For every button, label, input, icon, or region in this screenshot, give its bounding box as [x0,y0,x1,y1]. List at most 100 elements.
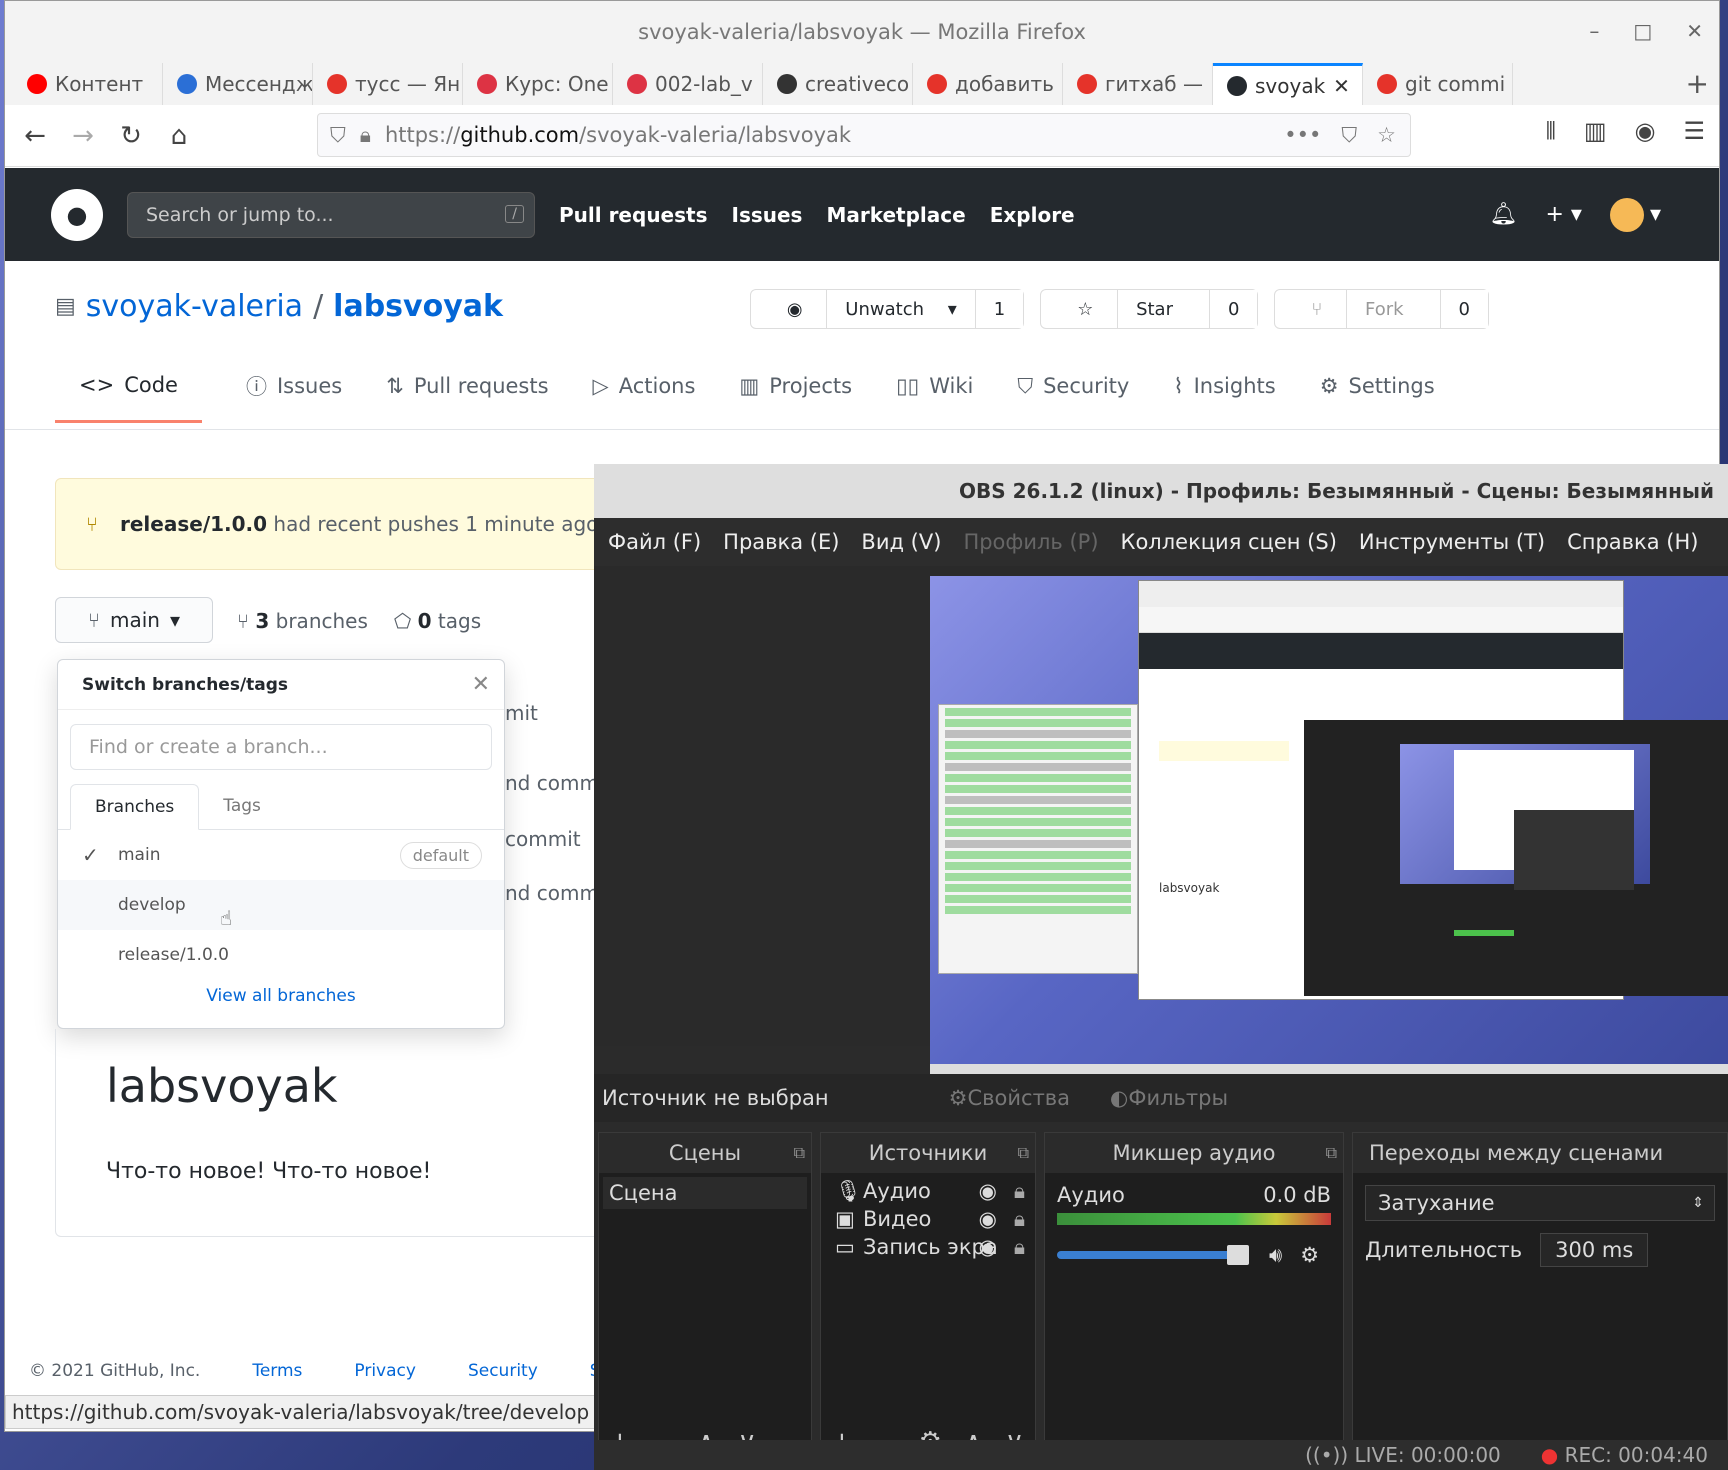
branches-link[interactable]: ⑂ 3 branches [237,609,368,633]
tab-insights[interactable]: ⌇ Insights [1173,371,1275,423]
star-count[interactable]: 0 [1209,290,1258,328]
branch-select-button[interactable]: ⑂ main ▾ [55,597,213,643]
menu-edit[interactable]: Правка (E) [723,530,839,554]
watch-count[interactable]: 1 [974,290,1024,328]
tab-security[interactable]: ⛉ Security [1017,371,1129,423]
footer-terms-link[interactable]: Terms [252,1361,302,1381]
search-input[interactable]: Search or jump to... / [127,191,535,238]
close-icon[interactable]: ✕ [1686,19,1703,43]
lock-icon[interactable]: 🔒︎ [360,123,371,148]
filters-button[interactable]: ◐Фильтры [1110,1086,1228,1110]
lock-icon[interactable]: 🔒︎ [1014,1235,1025,1260]
close-tab-icon[interactable]: ✕ [1333,74,1350,98]
menu-scene-collection[interactable]: Коллекция сцен (S) [1121,530,1337,554]
browser-tab[interactable]: creativeco [763,63,913,105]
view-all-branches-link[interactable]: View all branches [58,980,504,1006]
dock-float-icon[interactable]: ⧉ [794,1143,805,1163]
close-icon[interactable]: ✕ [472,672,490,697]
github-logo-icon[interactable]: ● [51,188,103,241]
maximize-icon[interactable]: □ [1633,19,1652,43]
repo-owner-link[interactable]: svoyak-valeria [86,289,303,324]
tab-actions[interactable]: ▷ Actions [593,371,696,423]
pocket-icon[interactable]: ⛉ [1341,123,1357,148]
branch-item-main[interactable]: ✓ main default [58,830,504,880]
browser-tab[interactable]: Контент [13,63,163,105]
dock-float-icon[interactable]: ⧉ [1326,1143,1337,1163]
speaker-icon[interactable]: 🔊︎ [1269,1243,1282,1268]
scene-item[interactable]: Сцена [603,1177,807,1209]
transition-select[interactable]: Затухание ⇕ [1365,1185,1715,1221]
bell-icon[interactable]: 🔔︎ [1490,202,1518,227]
nav-issues[interactable]: Issues [732,203,803,227]
nav-pull-requests[interactable]: Pull requests [559,203,708,227]
tags-link[interactable]: ⬠ 0 tags [394,609,481,633]
source-item-audio[interactable]: 🎙︎ Аудио ◉ 🔒︎ [825,1177,1031,1205]
footer-privacy-link[interactable]: Privacy [354,1361,416,1381]
branch-filter-input[interactable]: Find or create a branch... [70,724,492,770]
obs-preview[interactable]: labsvoyak [594,566,1728,1078]
browser-tab[interactable]: svoyak ✕ [1213,63,1363,105]
sidebar-icon[interactable]: ▥ [1584,117,1607,145]
tab-projects[interactable]: ▥ Projects [739,371,852,423]
footer-security-link[interactable]: Security [468,1361,538,1381]
tab-pull-requests[interactable]: ⇅ Pull requests [386,371,548,423]
source-item-screen[interactable]: ▭ Запись экра ◉ 🔒︎ [825,1233,1031,1261]
page-actions-icon[interactable]: ••• [1284,123,1321,148]
home-icon[interactable]: ⌂ [155,121,203,151]
nav-marketplace[interactable]: Marketplace [826,203,965,227]
fork-count[interactable]: 0 [1439,290,1488,328]
browser-tab[interactable]: 002-lab_v [613,63,763,105]
menu-help[interactable]: Справка (H) [1567,530,1698,554]
gear-icon[interactable]: ⚙ [1300,1243,1319,1267]
minimize-icon[interactable]: – [1589,19,1599,43]
eye-icon[interactable]: ◉ [979,1207,997,1231]
library-icon[interactable]: ⫴ [1546,117,1556,145]
browser-tab[interactable]: добавить [913,63,1063,105]
tab-branches[interactable]: Branches [70,784,200,830]
duration-input[interactable]: 300 ms [1540,1233,1649,1267]
reload-icon[interactable]: ↻ [107,121,155,151]
menu-icon[interactable]: ☰ [1683,117,1705,145]
menu-view[interactable]: Вид (V) [861,530,941,554]
menu-file[interactable]: Файл (F) [608,530,701,554]
new-tab-icon[interactable]: + [1686,67,1709,100]
tab-settings[interactable]: ⚙ Settings [1320,371,1435,423]
url-bar[interactable]: ⛉ 🔒︎ https://github.com/svoyak-valeria/l… [317,113,1411,157]
back-icon[interactable]: ← [11,121,59,151]
forward-icon[interactable]: → [59,121,107,151]
tab-tags[interactable]: Tags [199,784,285,829]
browser-tab[interactable]: гитхаб — [1063,63,1213,105]
menu-profile[interactable]: Профиль (P) [963,530,1098,554]
dock-float-icon[interactable]: ⧉ [1018,1143,1029,1163]
nav-explore[interactable]: Explore [990,203,1075,227]
star-button[interactable]: ☆ Star 0 [1040,289,1259,329]
bookmark-star-icon[interactable]: ☆ [1377,123,1396,148]
branch-item-develop[interactable]: develop ☝ [58,880,504,930]
tab-wiki[interactable]: ▯▯ Wiki [896,371,973,423]
volume-slider[interactable] [1057,1245,1249,1265]
tab-label: гитхаб — [1105,72,1203,96]
tabs-divider [5,429,1719,430]
tab-issues[interactable]: ⓘ Issues [246,371,342,423]
browser-tab[interactable]: git commi [1363,63,1513,105]
unwatch-button[interactable]: ◉ Unwatch ▾ 1 [749,289,1025,329]
lock-icon[interactable]: 🔒︎ [1014,1179,1025,1204]
browser-tab[interactable]: Курс: One [463,63,613,105]
eye-icon[interactable]: ◉ [979,1235,997,1259]
repo-name-link[interactable]: labsvoyak [333,289,503,324]
fork-button[interactable]: ⑂ Fork 0 [1274,289,1489,329]
create-new-icon[interactable]: + ▾ [1545,202,1581,227]
branch-item-release[interactable]: release/1.0.0 [58,930,504,980]
obs-status-bar: ((•)) LIVE: 00:00:00 ● REC: 00:04:40 [594,1440,1728,1470]
browser-tab[interactable]: Мессендж [163,63,313,105]
properties-button[interactable]: ⚙Свойства [949,1086,1070,1110]
tab-code[interactable]: <> Code [55,371,202,423]
account-icon[interactable]: ◉ [1635,117,1656,145]
lock-icon[interactable]: 🔒︎ [1014,1207,1025,1232]
menu-tools[interactable]: Инструменты (T) [1359,530,1545,554]
user-menu[interactable]: ▾ [1609,197,1661,232]
eye-icon[interactable]: ◉ [979,1179,997,1203]
browser-tab[interactable]: тусс — Ян [313,63,463,105]
source-item-video[interactable]: ▣ Видео ◉ 🔒︎ [825,1205,1031,1233]
shield-icon[interactable]: ⛉ [330,123,346,148]
